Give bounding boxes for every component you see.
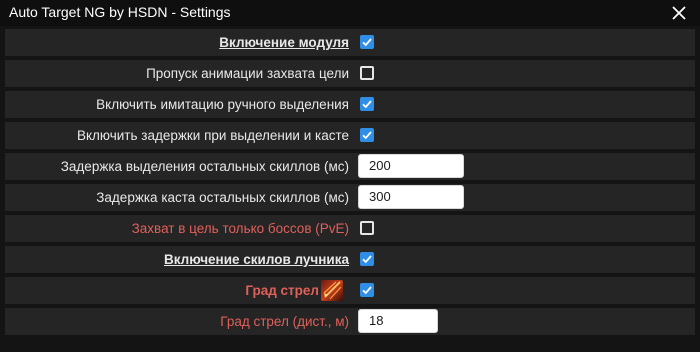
- arrow-rain-distance-input[interactable]: 18: [358, 309, 438, 333]
- cast-delay-label: Задержка каста остальных скиллов (мс): [96, 190, 349, 205]
- module-enable-label: Включение модуля: [219, 35, 349, 50]
- setting-row-arrow-rain: Град стрел: [5, 277, 695, 304]
- checkmark-icon: [362, 255, 372, 264]
- setting-row-selection-cast-delays: Включить задержки при выделении и касте: [5, 122, 695, 149]
- selection-delay-input[interactable]: 200: [358, 154, 464, 178]
- setting-row-target-bosses-only: Захват в цель только боссов (PvE): [5, 215, 695, 242]
- settings-list: Включение модуля Пропуск анимации захват…: [5, 29, 695, 339]
- archer-skills-checkbox[interactable]: [360, 252, 374, 266]
- setting-row-selection-delay: Задержка выделения остальных скиллов (мс…: [5, 153, 695, 180]
- target-bosses-only-checkbox[interactable]: [360, 221, 374, 235]
- archer-skills-label: Включение скилов лучника: [163, 252, 349, 267]
- selection-cast-delays-checkbox[interactable]: [360, 128, 374, 142]
- checkmark-icon: [362, 100, 372, 109]
- close-icon[interactable]: [669, 3, 689, 23]
- arrow-rain-skill-icon: [321, 280, 343, 301]
- title-bar: Auto Target NG by HSDN - Settings: [0, 0, 700, 26]
- manual-selection-label: Включить имитацию ручного выделения: [96, 97, 349, 112]
- setting-row-arrow-rain-distance: Град стрел (дист., м) 18: [5, 308, 695, 335]
- checkmark-icon: [362, 38, 372, 47]
- arrow-rain-label: Град стрел: [245, 283, 319, 298]
- selection-delay-label: Задержка выделения остальных скиллов (мс…: [60, 159, 349, 174]
- setting-row-skip-capture-animation: Пропуск анимации захвата цели: [5, 60, 695, 87]
- manual-selection-checkbox[interactable]: [360, 97, 374, 111]
- checkmark-icon: [362, 286, 372, 295]
- module-enable-checkbox[interactable]: [360, 35, 374, 49]
- setting-row-manual-selection: Включить имитацию ручного выделения: [5, 91, 695, 118]
- checkmark-icon: [362, 131, 372, 140]
- window-title: Auto Target NG by HSDN - Settings: [9, 4, 231, 20]
- target-bosses-only-label: Захват в цель только боссов (PvE): [131, 221, 349, 236]
- selection-cast-delays-label: Включить задержки при выделении и касте: [76, 128, 349, 143]
- arrow-rain-distance-label: Град стрел (дист., м): [220, 314, 349, 329]
- skip-capture-animation-label: Пропуск анимации захвата цели: [146, 66, 349, 81]
- setting-row-archer-skills: Включение скилов лучника: [5, 246, 695, 273]
- setting-row-cast-delay: Задержка каста остальных скиллов (мс) 30…: [5, 184, 695, 211]
- skip-capture-animation-checkbox[interactable]: [360, 66, 374, 80]
- cast-delay-input[interactable]: 300: [358, 185, 464, 209]
- arrow-rain-checkbox[interactable]: [360, 283, 374, 297]
- setting-row-module-enable: Включение модуля: [5, 29, 695, 56]
